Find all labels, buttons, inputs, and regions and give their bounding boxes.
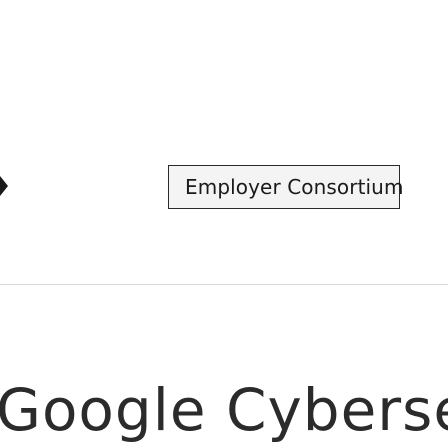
heading-viewport: Google Cybersecurity bbox=[0, 368, 448, 448]
section-heading: Google Cybersecurity bbox=[0, 376, 448, 444]
employer-consortium-option[interactable]: Employer Consortium bbox=[168, 165, 403, 209]
page: Employer Consortium Google Cybersecurity bbox=[0, 0, 448, 448]
employer-consortium-label: Employer Consortium bbox=[185, 175, 404, 199]
chevron-right-icon[interactable] bbox=[0, 162, 10, 210]
section-divider bbox=[0, 284, 448, 285]
